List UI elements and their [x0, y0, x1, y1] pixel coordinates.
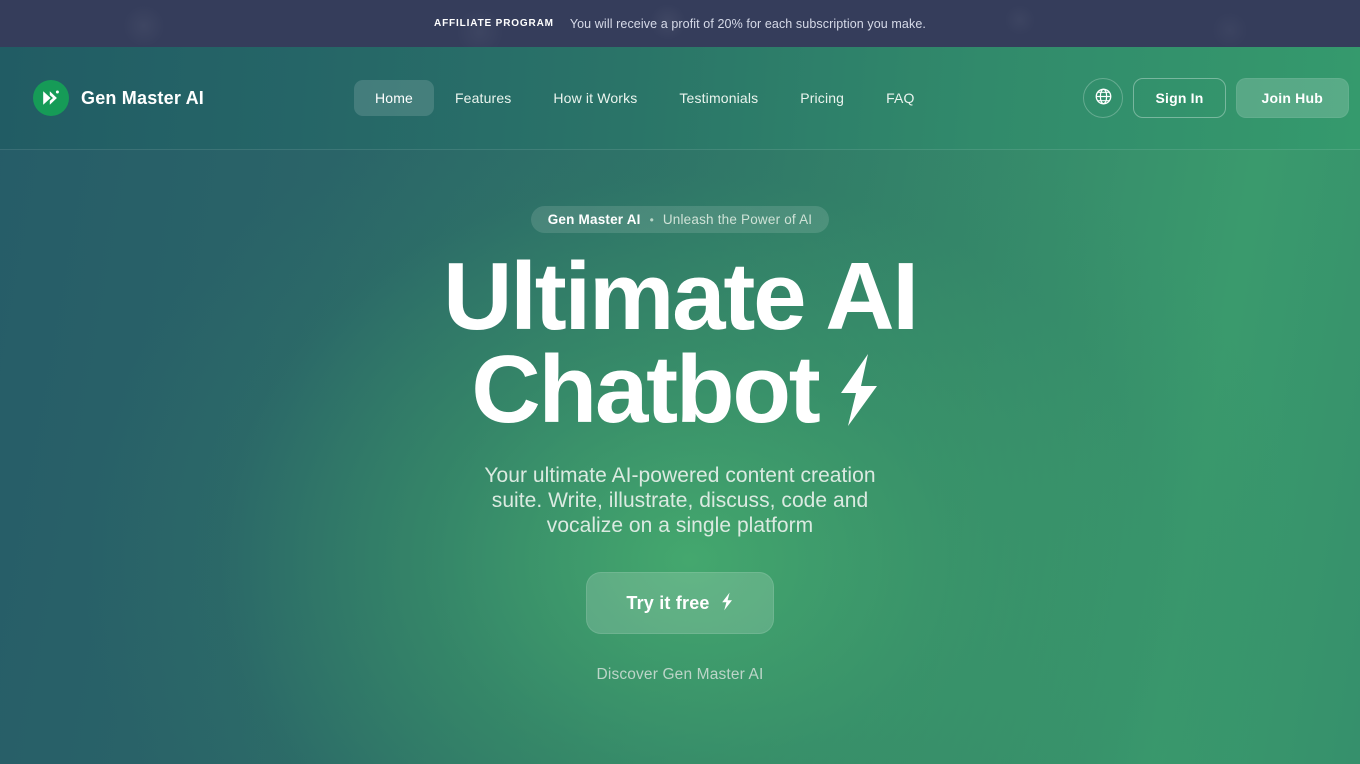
- header-actions: Sign In Join Hub: [1083, 78, 1349, 118]
- hero-badge: Gen Master AI • Unleash the Power of AI: [530, 206, 830, 233]
- hero-badge-separator: •: [649, 212, 654, 227]
- globe-icon: [1094, 87, 1113, 109]
- hero-section: Gen Master AI • Unleash the Power of AI …: [0, 150, 1360, 764]
- hero-badge-tagline: Unleash the Power of AI: [662, 212, 813, 227]
- nav-item-features[interactable]: Features: [434, 80, 532, 116]
- brand-name: Gen Master AI: [81, 87, 204, 108]
- nav-item-home[interactable]: Home: [354, 80, 434, 116]
- try-it-free-button[interactable]: Try it free: [586, 572, 774, 635]
- brand-logo-link[interactable]: Gen Master AI: [33, 80, 204, 116]
- hero-title-line-2-wrapper: Chatbot: [443, 342, 917, 442]
- nav-item-faq[interactable]: FAQ: [865, 80, 935, 116]
- hero-title: Ultimate AI Chatbot: [443, 243, 919, 442]
- lightning-bolt-icon: [720, 592, 734, 614]
- nav-item-how-it-works[interactable]: How it Works: [532, 80, 658, 116]
- lightning-bolt-icon: [827, 349, 889, 442]
- discover-link[interactable]: Discover Gen Master AI: [597, 666, 764, 684]
- affiliate-banner-label: AFFILIATE PROGRAM: [434, 18, 554, 29]
- hero-title-line-1: Ultimate AI: [443, 243, 919, 350]
- language-selector-button[interactable]: [1083, 78, 1124, 118]
- hero-title-line-2: Chatbot: [471, 336, 820, 444]
- hero-badge-brand: Gen Master AI: [547, 212, 641, 227]
- page-root: AFFILIATE PROGRAM You will receive a pro…: [0, 0, 1360, 764]
- affiliate-banner: AFFILIATE PROGRAM You will receive a pro…: [0, 0, 1360, 47]
- main-navigation: Home Features How it Works Testimonials …: [354, 80, 936, 116]
- sign-in-button[interactable]: Sign In: [1133, 78, 1226, 118]
- affiliate-banner-message: You will receive a profit of 20% for eac…: [569, 16, 926, 31]
- hero-subtitle: Your ultimate AI-powered content creatio…: [484, 464, 876, 538]
- join-hub-button[interactable]: Join Hub: [1235, 78, 1349, 118]
- site-header: Gen Master AI Home Features How it Works…: [0, 47, 1360, 150]
- play-chevron-icon: [33, 80, 69, 116]
- nav-item-testimonials[interactable]: Testimonials: [658, 80, 779, 116]
- nav-item-pricing[interactable]: Pricing: [779, 80, 865, 116]
- try-it-free-label: Try it free: [626, 592, 710, 613]
